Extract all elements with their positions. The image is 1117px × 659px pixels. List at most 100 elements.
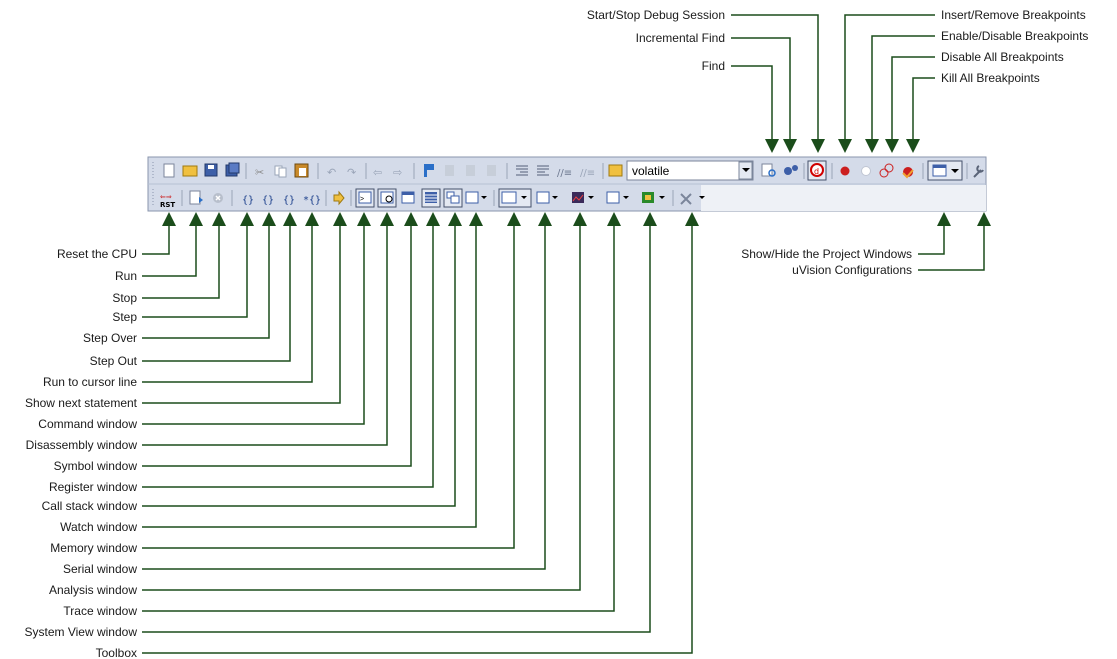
cut-icon[interactable]: ✂: [255, 166, 264, 179]
paste-icon[interactable]: [294, 163, 309, 178]
label-run: Run: [115, 269, 137, 283]
save-all-icon[interactable]: [225, 162, 240, 177]
arrow-left-0: [162, 212, 176, 226]
arrow-left-6: [305, 212, 319, 226]
command-window-icon[interactable]: >: [355, 188, 375, 208]
wire-left-13: [142, 226, 477, 528]
arrow-top-2: [765, 139, 779, 153]
search-combobox[interactable]: volatile: [626, 160, 754, 181]
step-over-icon[interactable]: {}: [262, 195, 274, 206]
search-combobox-value: volatile: [632, 164, 670, 178]
label-watch-window: Watch window: [60, 520, 137, 534]
wire-left-0: [142, 226, 170, 255]
uncomment-icon[interactable]: //≡: [580, 168, 595, 179]
label-show-next-statement: Show next statement: [25, 396, 138, 410]
arrow-left-13: [469, 212, 483, 226]
arrow-left-9: [380, 212, 394, 226]
label-reset-the-cpu: Reset the CPU: [57, 247, 137, 261]
arrow-top-right-2: [885, 139, 899, 153]
arrow-left-2: [212, 212, 226, 226]
wire-left-5: [142, 226, 291, 362]
callout-wires: [142, 14, 991, 654]
wire-left-7: [142, 226, 341, 404]
redo-icon[interactable]: ↷: [347, 166, 356, 179]
toolbar-callout-diagram: ✂ ↶ ↷ ⇦ ⇨ //≡ //≡ volatile d ⇐⇒ RST {} {…: [25, 8, 1089, 659]
bookmark-next-icon[interactable]: [466, 165, 475, 176]
call-stack-window-icon[interactable]: [443, 188, 463, 208]
label-command-window: Command window: [38, 417, 137, 431]
top-labels: Start/Stop Debug Session Incremental Fin…: [587, 8, 1089, 85]
svg-text:↷: ↷: [347, 166, 356, 179]
save-icon[interactable]: [204, 163, 218, 177]
arrow-top-right-0: [838, 139, 852, 153]
label-start-stop-debug-session: Start/Stop Debug Session: [587, 8, 725, 22]
wire-left-2: [142, 226, 220, 299]
arrow-left-16: [573, 212, 587, 226]
svg-text:d: d: [814, 167, 819, 176]
arrow-left-11: [426, 212, 440, 226]
step-icon[interactable]: {}: [242, 195, 254, 206]
arrow-left-15: [538, 212, 552, 226]
kill-all-breakpoints-icon[interactable]: [902, 167, 914, 179]
disassembly-window-icon[interactable]: [377, 188, 397, 208]
undo-icon[interactable]: ↶: [327, 166, 336, 179]
wire-left-4: [142, 226, 270, 339]
label-kill-all-breakpoints: Kill All Breakpoints: [941, 71, 1040, 85]
navigate-back-icon[interactable]: ⇦: [373, 166, 382, 179]
arrow-left-1: [189, 212, 203, 226]
register-window-icon[interactable]: [421, 188, 441, 208]
bookmark-clear-icon[interactable]: [487, 165, 496, 176]
open-folder-icon[interactable]: [182, 165, 198, 177]
label-incremental-find: Incremental Find: [636, 31, 725, 45]
wire-left-11: [142, 226, 434, 488]
arrow-right-0: [937, 212, 951, 226]
arrow-left-7: [333, 212, 347, 226]
wire-left-6: [142, 226, 313, 383]
navigate-forward-icon[interactable]: ⇨: [393, 166, 402, 179]
arrow-left-12: [448, 212, 462, 226]
wire-top-0: [731, 14, 819, 140]
memory-window-dropdown[interactable]: [498, 188, 532, 208]
arrow-top-right-3: [906, 139, 920, 153]
wire-left-3: [142, 226, 248, 318]
arrow-left-5: [283, 212, 297, 226]
arrow-left-10: [404, 212, 418, 226]
svg-text:{}: {}: [242, 195, 254, 206]
arrow-left-17: [607, 212, 621, 226]
label-run-to-cursor-line: Run to cursor line: [43, 375, 137, 389]
comment-icon[interactable]: //≡: [557, 168, 572, 179]
enable-breakpoint-icon[interactable]: [861, 166, 871, 176]
run-to-cursor-icon[interactable]: *{}: [303, 195, 321, 206]
svg-text:↶: ↶: [327, 166, 336, 179]
svg-text://≡: //≡: [580, 168, 595, 179]
wire-left-12: [142, 226, 456, 507]
wire-top-right-3: [912, 77, 935, 140]
symbol-window-icon[interactable]: [401, 191, 415, 204]
debug-session-icon[interactable]: d: [807, 160, 827, 181]
svg-text://≡: //≡: [557, 168, 572, 179]
arrow-top-0: [811, 139, 825, 153]
chevron-down-icon[interactable]: [738, 161, 753, 180]
arrow-left-14: [507, 212, 521, 226]
wire-left-10: [142, 226, 412, 467]
wire-left-9: [142, 226, 388, 446]
wire-top-2: [731, 65, 773, 140]
label-memory-window: Memory window: [50, 541, 137, 555]
label-disable-all-breakpoints: Disable All Breakpoints: [941, 50, 1064, 64]
find-in-files-icon[interactable]: [608, 164, 623, 177]
step-out-icon[interactable]: {}: [283, 195, 295, 206]
new-file-icon[interactable]: [163, 163, 175, 178]
insert-breakpoint-icon[interactable]: [840, 166, 850, 176]
stop-icon[interactable]: [213, 193, 223, 203]
copy-icon[interactable]: [274, 165, 287, 178]
label-stop: Stop: [112, 291, 137, 305]
project-windows-dropdown[interactable]: [927, 160, 963, 181]
label-serial-window: Serial window: [63, 562, 137, 576]
wire-left-15: [142, 226, 546, 570]
arrow-left-18: [643, 212, 657, 226]
svg-text:RST: RST: [160, 201, 175, 209]
wire-left-18: [142, 226, 651, 633]
label-show-hide-project-windows: Show/Hide the Project Windows: [741, 247, 912, 261]
label-step-out: Step Out: [90, 354, 138, 368]
bookmark-previous-icon[interactable]: [445, 165, 454, 176]
